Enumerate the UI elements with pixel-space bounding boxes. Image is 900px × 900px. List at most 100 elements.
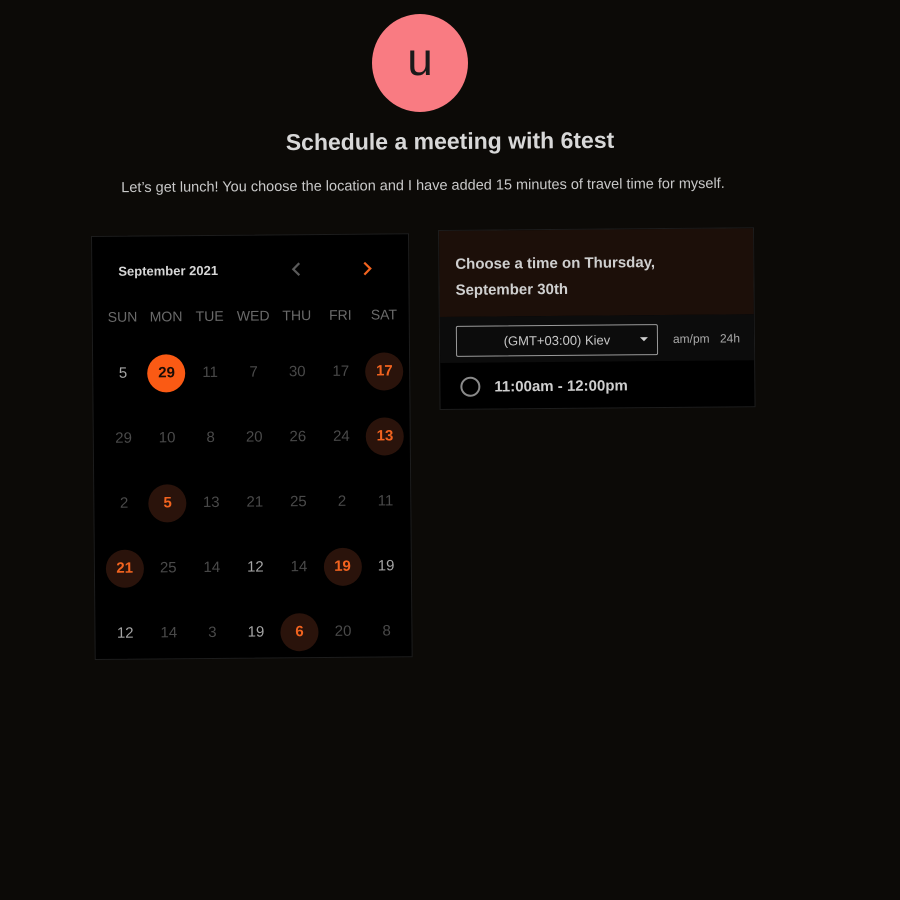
caret-down-icon bbox=[639, 337, 648, 342]
day-number: 14 bbox=[203, 558, 221, 577]
timezone-select[interactable]: (GMT+03:00) Kiev bbox=[455, 324, 659, 357]
calendar-day: 20 bbox=[321, 599, 365, 664]
calendar-day: 2 bbox=[320, 469, 364, 534]
day-number: 13 bbox=[202, 493, 220, 512]
weekday-label: WED bbox=[236, 307, 270, 324]
calendar-day: 20 bbox=[232, 404, 276, 469]
time-panel-header: Choose a time on Thursday, September 30t… bbox=[439, 228, 754, 317]
avatar: u bbox=[372, 14, 468, 112]
day-number: 12 bbox=[246, 558, 264, 576]
time-slot-panel: Choose a time on Thursday, September 30t… bbox=[438, 227, 756, 410]
chevron-left-icon bbox=[291, 262, 301, 276]
scheduling-page: u Schedule a meeting with 6test Let’s ge… bbox=[0, 0, 900, 900]
day-number: 5 bbox=[148, 483, 187, 523]
calendar-day: 8 bbox=[189, 405, 233, 470]
day-number: 25 bbox=[159, 559, 177, 577]
calendar-day: 19 bbox=[364, 533, 408, 598]
weekday-header-row: SUN MON TUE WED THU FRI SAT bbox=[101, 306, 406, 325]
day-number: 3 bbox=[208, 623, 217, 641]
day-number: 26 bbox=[289, 428, 307, 446]
calendar-day-available[interactable]: 19 bbox=[320, 534, 364, 599]
day-number: 29 bbox=[115, 429, 132, 447]
previous-month-button[interactable] bbox=[285, 257, 307, 281]
calendar-day-available[interactable]: 21 bbox=[103, 536, 147, 601]
calendar-day: 12 bbox=[103, 601, 147, 666]
weekday-label: MON bbox=[149, 308, 183, 325]
day-number: 7 bbox=[249, 363, 258, 381]
avatar-letter: u bbox=[407, 33, 433, 85]
calendar-day-grid: 5 29 11 7 30 17 17 29 10 8 20 26 24 13 2 5 13 21 25 2 11 21 25… bbox=[101, 338, 409, 666]
calendar-header: September 2021 bbox=[92, 234, 409, 297]
calendar-day: 3 bbox=[190, 600, 234, 665]
calendar-day: 25 bbox=[276, 469, 320, 534]
day-number: 2 bbox=[337, 492, 347, 510]
time-slot-option[interactable]: 11:00am - 12:00pm bbox=[440, 360, 754, 411]
weekday-label: TUE bbox=[195, 307, 224, 325]
day-number: 19 bbox=[377, 557, 395, 575]
day-number: 17 bbox=[332, 362, 350, 380]
calendar-day: 2 bbox=[102, 471, 146, 536]
day-number: 17 bbox=[365, 351, 404, 391]
calendar-day: 14 bbox=[277, 534, 321, 599]
day-number: 2 bbox=[119, 494, 129, 512]
calendar-day: 25 bbox=[146, 535, 190, 600]
calendar-day: 8 bbox=[365, 598, 409, 663]
calendar-day: 11 bbox=[363, 468, 407, 533]
day-number: 11 bbox=[202, 363, 218, 382]
calendar-day-available[interactable]: 17 bbox=[362, 338, 406, 403]
calendar-day-available[interactable]: 6 bbox=[277, 599, 321, 664]
radio-icon[interactable] bbox=[460, 376, 481, 397]
day-number: 19 bbox=[323, 547, 362, 586]
weekday-label: FRI bbox=[328, 306, 352, 323]
day-number: 30 bbox=[288, 363, 306, 381]
day-number: 8 bbox=[382, 622, 391, 640]
24h-format-toggle[interactable]: 24h bbox=[720, 331, 740, 345]
day-number: 20 bbox=[334, 622, 352, 640]
calendar-day: 30 bbox=[275, 339, 319, 404]
month-label: September 2021 bbox=[118, 262, 219, 279]
day-number: 13 bbox=[365, 416, 405, 456]
weekday-label: SAT bbox=[370, 306, 398, 323]
calendar-day: 11 bbox=[188, 340, 232, 405]
day-number: 11 bbox=[377, 492, 394, 510]
ampm-format-toggle[interactable]: am/pm bbox=[673, 332, 710, 346]
calendar-day: 5 bbox=[101, 341, 145, 406]
time-slot-label: 11:00am - 12:00pm bbox=[494, 376, 628, 396]
page-title: Schedule a meeting with 6test bbox=[285, 126, 615, 156]
next-month-button[interactable] bbox=[356, 256, 378, 280]
calendar-day: 19 bbox=[234, 599, 278, 664]
calendar-day: 7 bbox=[232, 339, 276, 404]
calendar-day: 24 bbox=[319, 404, 363, 469]
day-number: 24 bbox=[332, 427, 350, 445]
weekday-label: SUN bbox=[107, 308, 138, 325]
calendar-day: 10 bbox=[145, 405, 189, 470]
day-number: 6 bbox=[280, 612, 319, 651]
calendar-day: 29 bbox=[101, 406, 145, 471]
weekday-label: THU bbox=[282, 307, 312, 324]
calendar-day-available[interactable]: 5 bbox=[146, 470, 190, 535]
calendar-day: 21 bbox=[233, 469, 277, 534]
page-description: Let’s get lunch! You choose the location… bbox=[121, 175, 725, 197]
calendar-day: 13 bbox=[189, 470, 233, 535]
calendar-day-available[interactable]: 13 bbox=[363, 403, 407, 468]
day-number: 19 bbox=[247, 623, 265, 641]
day-number: 12 bbox=[116, 624, 134, 642]
day-number: 25 bbox=[289, 493, 307, 511]
day-number: 29 bbox=[147, 353, 186, 393]
calendar-day: 14 bbox=[190, 535, 234, 600]
chevron-right-icon bbox=[363, 261, 372, 276]
day-number: 14 bbox=[290, 558, 308, 576]
day-number: 20 bbox=[245, 428, 263, 446]
calendar-day-selected[interactable]: 29 bbox=[144, 340, 188, 405]
day-number: 5 bbox=[118, 364, 128, 382]
day-number: 21 bbox=[246, 493, 264, 511]
date-picker-calendar: September 2021 SUN MON TUE WED THU FRI SAT 5 29… bbox=[91, 233, 413, 660]
timezone-value: (GMT+03:00) Kiev bbox=[503, 332, 611, 349]
day-number: 14 bbox=[160, 624, 178, 642]
day-number: 10 bbox=[158, 429, 176, 447]
day-number: 8 bbox=[206, 428, 215, 446]
day-number: 21 bbox=[105, 549, 144, 588]
calendar-day: 26 bbox=[276, 404, 320, 469]
calendar-day: 17 bbox=[319, 339, 363, 404]
selected-date-heading: Choose a time on Thursday, September 30t… bbox=[455, 254, 656, 299]
